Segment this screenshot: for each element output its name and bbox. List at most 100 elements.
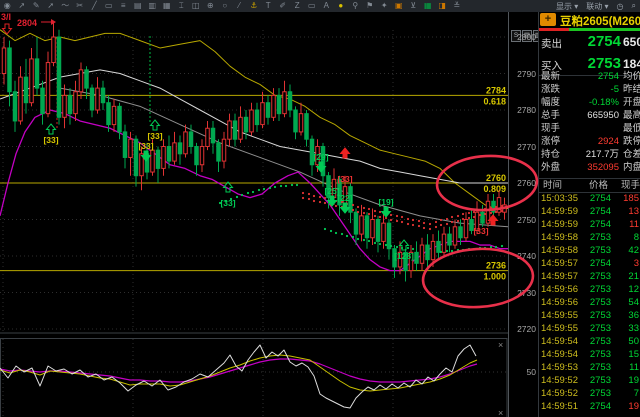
menu-link[interactable]: 联动 ▾ bbox=[586, 1, 608, 12]
toolbar-tool-icon[interactable]: ╱ bbox=[87, 0, 102, 12]
y-axis-tick: 2760 bbox=[517, 178, 536, 188]
sales-row[interactable]: 14:59:55 2753 36 bbox=[539, 309, 640, 322]
toolbar-tool-icon[interactable]: ▤ bbox=[131, 0, 146, 12]
y-axis-tick: 2750 bbox=[517, 214, 536, 225]
close-subpanel-icon[interactable]: × bbox=[498, 340, 503, 350]
menu-display[interactable]: 显示 ▾ bbox=[556, 1, 578, 12]
sales-row[interactable]: 14:59:59 2754 11 bbox=[539, 218, 640, 231]
svg-text:[29]: [29] bbox=[313, 152, 328, 162]
toolbar-tool-icon[interactable]: ⌶ bbox=[174, 0, 189, 12]
toolbar-tool-icon[interactable]: ↗ bbox=[15, 0, 30, 12]
ask-price: 2754 bbox=[587, 33, 621, 50]
sales-row[interactable]: 14:59:55 2753 33 bbox=[539, 322, 640, 335]
toolbar-tool-icon[interactable]: ○ bbox=[218, 0, 233, 12]
sales-row[interactable]: 14:59:59 2754 13 bbox=[539, 205, 640, 218]
sales-row[interactable]: 14:59:57 2753 21 bbox=[539, 270, 640, 283]
toolbar-tool-icon[interactable]: ▭ bbox=[102, 0, 117, 12]
sales-row[interactable]: 14:59:53 2753 11 bbox=[539, 361, 640, 374]
sales-row[interactable]: 14:59:56 2753 54 bbox=[539, 296, 640, 309]
quote-row: 涨停 2924 跌停 bbox=[539, 135, 640, 148]
toolbar-tool-icon[interactable]: ≚ bbox=[450, 0, 465, 12]
sales-header-col: 现手 bbox=[621, 180, 640, 191]
sales-row[interactable]: 14:59:54 2753 15 bbox=[539, 348, 640, 361]
sale-volume: 7 bbox=[633, 388, 639, 399]
quote-label-2: 内盘 bbox=[623, 162, 640, 173]
svg-text:2804: 2804 bbox=[17, 18, 37, 28]
sales-row[interactable]: 14:59:58 2753 42 bbox=[539, 244, 640, 257]
price-chart[interactable]: 27840.61827600.80927361.000[33] [33][33][… bbox=[0, 12, 509, 417]
toolbar-tool-icon[interactable]: ✎ bbox=[29, 0, 44, 12]
svg-text:[128]: [128] bbox=[394, 251, 414, 261]
sales-row[interactable]: 14:59:51 2754 19 bbox=[539, 400, 640, 413]
sale-volume: 50 bbox=[628, 336, 639, 347]
toolbar-tool-icon[interactable]: ● bbox=[334, 0, 349, 12]
sale-time: 14:59:55 bbox=[541, 323, 578, 334]
toolbar-tool-icon[interactable]: ≡ bbox=[116, 0, 131, 12]
toolbar-tool-icon[interactable]: ▭ bbox=[305, 0, 320, 12]
ask-row[interactable]: 卖出 2754 650 bbox=[539, 31, 640, 53]
toolbar-tool-icon[interactable]: ⁄ bbox=[232, 0, 247, 12]
sale-time: 14:59:57 bbox=[541, 258, 578, 269]
sales-row[interactable]: 14:59:52 2753 7 bbox=[539, 387, 640, 400]
search-icon[interactable]: ⌕ bbox=[632, 1, 636, 11]
sale-price: 2753 bbox=[589, 245, 611, 256]
sale-time: 14:59:52 bbox=[541, 375, 578, 386]
svg-text:[33]: [33] bbox=[43, 135, 58, 145]
sale-price: 2753 bbox=[589, 271, 611, 282]
sale-volume: 36 bbox=[628, 310, 639, 321]
add-contract-button[interactable]: + bbox=[540, 13, 556, 26]
quote-label: 涨跌 bbox=[541, 84, 561, 95]
sales-row[interactable]: 14:59:57 2754 3 bbox=[539, 257, 640, 270]
toolbar-tool-icon[interactable]: T bbox=[261, 0, 276, 12]
svg-text:[22]: [22] bbox=[337, 193, 352, 203]
sales-row[interactable]: 15:03:35 2754 185 bbox=[539, 192, 640, 205]
toolbar-tool-icon[interactable]: ⚓ bbox=[247, 0, 262, 12]
toolbar-tool-icon[interactable]: ◨ bbox=[435, 0, 450, 12]
toolbar-tool-icon[interactable]: ⊻ bbox=[406, 0, 421, 12]
toolbar-tool-icon[interactable]: ✦ bbox=[377, 0, 392, 12]
sale-volume: 11 bbox=[629, 362, 639, 373]
sales-row[interactable]: 14:59:54 2753 50 bbox=[539, 335, 640, 348]
sub-axis-tick: 50 bbox=[526, 367, 536, 377]
clock-icon[interactable]: ◷ bbox=[617, 2, 624, 11]
toolbar-tool-icon[interactable]: ⊕ bbox=[203, 0, 218, 12]
chart-area[interactable]: 2784 0.618 2760 0.809 2736 1.000 [33] [33] [33][… bbox=[0, 12, 509, 417]
toolbar-tool-icon[interactable]: ▣ bbox=[392, 0, 407, 12]
svg-text:2784: 2784 bbox=[486, 85, 506, 95]
sale-volume: 11 bbox=[629, 219, 639, 230]
toolbar-tool-icon[interactable]: A bbox=[319, 0, 334, 12]
chevron-down-icon: ▾ bbox=[604, 1, 609, 11]
toolbar-tool-icon[interactable]: ▦ bbox=[421, 0, 436, 12]
y-axis-tick: 2790 bbox=[517, 68, 536, 79]
toolbar-tool-icon[interactable]: ✐ bbox=[276, 0, 291, 12]
toolbar-tool-icon[interactable]: ▥ bbox=[145, 0, 160, 12]
toolbar-tool-icon[interactable]: 〜 bbox=[58, 0, 73, 12]
toolbar-tool-icon[interactable]: ✂ bbox=[73, 0, 88, 12]
sales-row[interactable]: 14:59:52 2753 19 bbox=[539, 374, 640, 387]
sale-time: 14:59:51 bbox=[541, 401, 578, 412]
sale-volume: 21 bbox=[628, 271, 639, 282]
quote-value: -0.18% bbox=[588, 97, 619, 108]
close-subpanel-icon[interactable]: × bbox=[498, 408, 503, 417]
toolbar-tool-icon[interactable]: ➚ bbox=[44, 0, 59, 12]
toolbar-tool-icon[interactable]: ◫ bbox=[189, 0, 204, 12]
quote-label: 幅度 bbox=[541, 97, 561, 108]
sale-price: 2753 bbox=[589, 297, 611, 308]
quote-value: 217.7万 bbox=[585, 149, 619, 160]
contract-title: 豆粕2605(M260 bbox=[560, 16, 640, 28]
sale-price: 2753 bbox=[589, 388, 611, 399]
toolbar-tool-icon[interactable]: ◉ bbox=[0, 0, 15, 12]
quote-row: 最新2754均价▼ bbox=[539, 70, 640, 83]
sale-volume: 19 bbox=[628, 375, 639, 386]
sales-row[interactable]: 14:59:56 2753 12 bbox=[539, 283, 640, 296]
sale-price: 2753 bbox=[589, 323, 611, 334]
toolbar-tool-icon[interactable]: ⚲ bbox=[348, 0, 363, 12]
y-axis-tick: 2740 bbox=[517, 251, 536, 261]
toolbar-tool-icon[interactable]: ▦ bbox=[160, 0, 175, 12]
sale-price: 2754 bbox=[589, 206, 611, 217]
toolbar-tool-icon[interactable]: ⚑ bbox=[363, 0, 378, 12]
quote-label: 涨停 bbox=[541, 136, 561, 147]
toolbar-tool-icon[interactable]: Z bbox=[290, 0, 305, 12]
sales-row[interactable]: 14:59:58 2753 8 bbox=[539, 231, 640, 244]
quote-value: -5 bbox=[610, 84, 619, 95]
